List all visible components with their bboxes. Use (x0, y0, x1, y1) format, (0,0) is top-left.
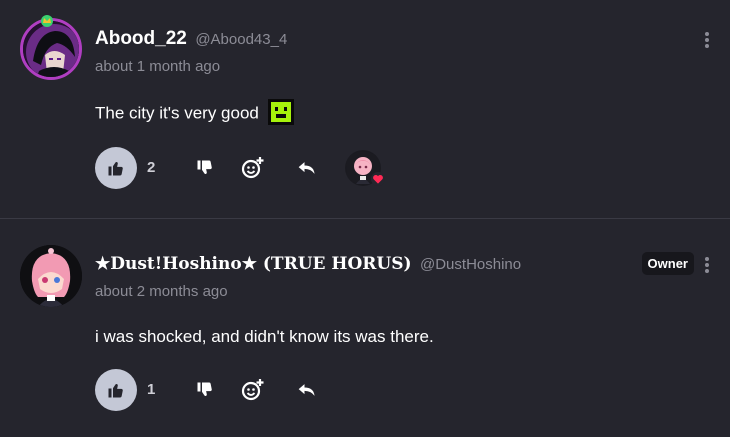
comment-item: Abood_22 @Abood43_4 about 1 month ago Th… (0, 0, 730, 219)
thumbs-down-icon (197, 382, 212, 396)
timestamp: about 1 month ago (95, 58, 221, 75)
user-handle[interactable]: @Abood43_4 (195, 31, 287, 48)
comment-text-content: The city it's very good (95, 103, 259, 123)
heart-icon (371, 172, 385, 186)
comment-header: Abood_22 @Abood43_4 (95, 28, 287, 50)
dislike-button[interactable] (193, 378, 217, 402)
thumbs-up-icon (108, 162, 123, 176)
like-count: 2 (147, 159, 156, 176)
comment-item: ★Dust!Hoshino★ (TRUE HORUS) @DustHoshino… (0, 219, 730, 437)
comment-text: i was shocked, and didn't know its was t… (95, 327, 434, 347)
like-button[interactable] (95, 147, 137, 189)
user-handle[interactable]: @DustHoshino (420, 256, 521, 273)
more-options-icon[interactable] (702, 255, 712, 277)
like-button[interactable] (95, 369, 137, 411)
username[interactable]: Abood_22 (95, 28, 187, 49)
add-reaction-button[interactable] (241, 378, 265, 402)
comment-text-content: i was shocked, and didn't know its was t… (95, 327, 434, 346)
like-count: 1 (147, 381, 156, 398)
more-options-icon[interactable] (702, 30, 712, 52)
comment-header: ★Dust!Hoshino★ (TRUE HORUS) @DustHoshino (95, 254, 521, 274)
dislike-button[interactable] (193, 156, 217, 180)
add-reaction-button[interactable] (241, 156, 265, 180)
reply-button[interactable] (295, 378, 319, 402)
timestamp: about 2 months ago (95, 283, 228, 300)
add-emoji-icon (241, 379, 264, 401)
comment-text: The city it's very good (95, 99, 294, 127)
avatar[interactable] (20, 15, 82, 80)
owner-badge: Owner (641, 252, 694, 275)
reply-icon (298, 384, 315, 396)
thumbs-up-icon (108, 384, 123, 398)
reply-icon (298, 162, 315, 174)
crown-badge-icon (41, 15, 53, 27)
thumbs-down-icon (197, 160, 212, 174)
avatar[interactable] (20, 245, 82, 307)
green-face-emote-icon (267, 99, 294, 125)
reply-button[interactable] (295, 156, 319, 180)
add-emoji-icon (241, 157, 264, 179)
user-reaction[interactable] (345, 150, 385, 186)
username[interactable]: ★Dust!Hoshino★ (TRUE HORUS) (95, 254, 412, 274)
